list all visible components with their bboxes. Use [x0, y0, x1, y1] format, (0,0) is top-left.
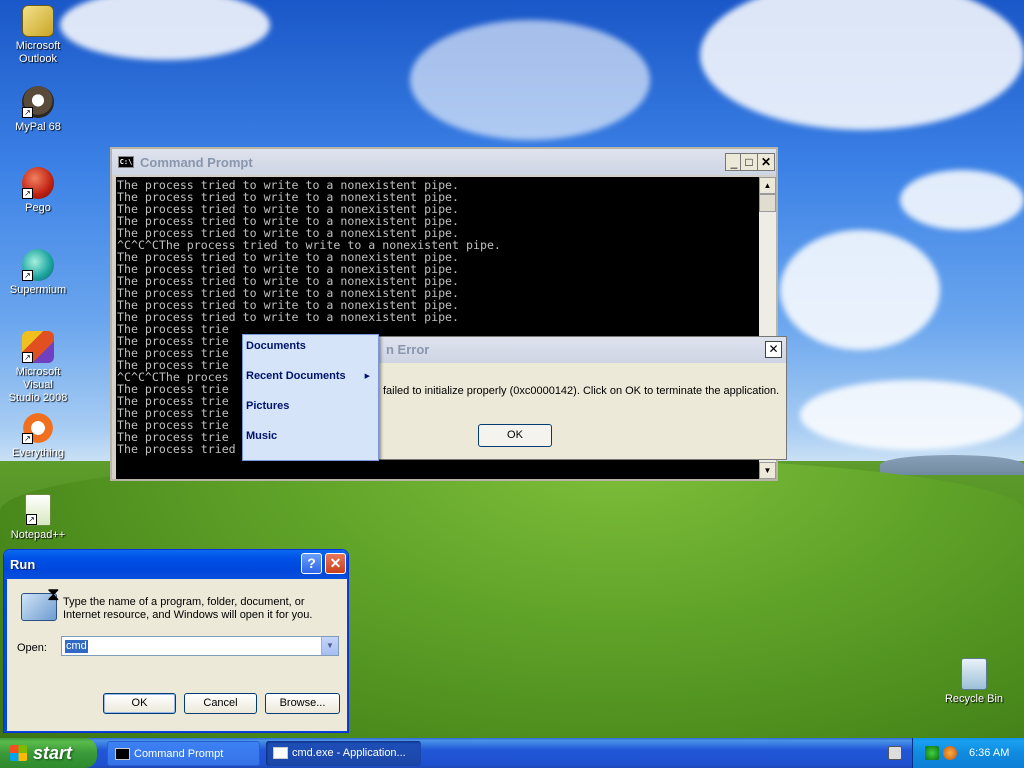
cmd-icon: C:\: [118, 156, 134, 168]
search-icon[interactable]: [943, 746, 957, 760]
icon-label: Studio 2008: [8, 392, 68, 404]
desktop-icon-supermium[interactable]: ↗ Supermium: [0, 249, 76, 297]
shortcut-arrow-icon: ↗: [22, 352, 33, 363]
run-title: Run: [4, 550, 348, 579]
shortcut-arrow-icon: ↗: [22, 270, 33, 281]
desktop-icon-visual-studio[interactable]: ↗ Microsoft Visual Studio 2008: [0, 331, 76, 405]
cloud: [700, 0, 1024, 130]
run-close-button[interactable]: ✕: [325, 553, 346, 574]
desktop-icon-recycle-bin[interactable]: Recycle Bin: [936, 658, 1012, 706]
desktop-icon-pego[interactable]: ↗ Pego: [0, 167, 76, 215]
close-button[interactable]: ✕: [757, 153, 775, 171]
recycle-bin-icon: [961, 658, 987, 690]
windows-logo-icon: [10, 753, 27, 761]
error-close-button[interactable]: ✕: [765, 341, 782, 358]
task-command-prompt[interactable]: Command Prompt: [107, 741, 260, 766]
keyboard-icon[interactable]: [888, 746, 902, 760]
open-input-value[interactable]: cmd: [65, 640, 88, 653]
run-cancel-button[interactable]: Cancel: [184, 693, 257, 714]
clock[interactable]: 6:36 AM: [969, 738, 1009, 768]
icon-label: MyPal 68: [15, 121, 61, 133]
run-description: Type the name of a program, folder, docu…: [63, 596, 313, 621]
submenu-arrow-icon: ▶: [364, 373, 370, 380]
cloud: [410, 20, 650, 140]
desktop-icon-outlook[interactable]: Microsoft Outlook: [0, 5, 76, 66]
start-label: start: [33, 743, 73, 763]
notepadpp-icon: ↗: [25, 494, 51, 526]
desktop-icon-notepadpp[interactable]: ↗ Notepad++: [0, 494, 76, 542]
icon-label: Recycle Bin: [944, 693, 1004, 705]
shortcut-arrow-icon: ↗: [22, 433, 33, 444]
open-combobox[interactable]: cmd ▼: [61, 636, 339, 656]
maximize-button[interactable]: □: [740, 153, 758, 171]
menu-item-pictures[interactable]: Pictures: [246, 400, 289, 412]
icon-label: Pego: [25, 202, 51, 214]
cmd-title-bar[interactable]: C:\ Command Prompt: [112, 149, 776, 175]
menu-item-documents[interactable]: Documents: [246, 340, 306, 352]
pego-icon: ↗: [22, 167, 54, 199]
system-tray: 6:36 AM: [912, 738, 1024, 768]
supermium-icon: ↗: [22, 249, 54, 281]
cmd-icon: [115, 748, 130, 760]
error-ok-button[interactable]: OK: [478, 424, 552, 447]
start-submenu[interactable]: Documents Recent Documents ▶ Pictures Mu…: [242, 334, 379, 461]
icon-label: Microsoft Visual: [15, 366, 61, 391]
task-label: Command Prompt: [134, 748, 224, 760]
visual-studio-icon: ↗: [22, 331, 54, 363]
menu-item-recent-documents[interactable]: Recent Documents: [246, 370, 346, 382]
error-title: n Error: [376, 337, 786, 363]
run-dialog[interactable]: Run ? ✕ Type the name of a program, fold…: [3, 549, 349, 733]
hourglass-cursor-icon: ⧗: [47, 584, 60, 605]
everything-icon: ↗: [22, 412, 54, 444]
icon-label: Notepad++: [10, 529, 66, 541]
cloud: [900, 170, 1024, 230]
window-icon: [273, 747, 288, 759]
distant-mountains: [880, 455, 1024, 475]
icon-label: Outlook: [19, 53, 57, 65]
menu-item-music[interactable]: Music: [246, 430, 277, 442]
help-button[interactable]: ?: [301, 553, 322, 574]
scroll-thumb[interactable]: [759, 194, 776, 212]
network-icon[interactable]: [925, 746, 939, 760]
mypal-icon: ↗: [22, 86, 54, 118]
shortcut-arrow-icon: ↗: [26, 514, 37, 525]
taskbar: start Command Prompt cmd.exe - Applicati…: [0, 738, 1024, 768]
scroll-up-icon[interactable]: ▲: [759, 177, 776, 194]
icon-label: Everything: [12, 447, 64, 459]
cloud: [780, 230, 940, 350]
icon-label: Microsoft: [15, 40, 61, 52]
cmd-title: Command Prompt: [140, 154, 253, 170]
icon-label: Supermium: [9, 284, 67, 296]
error-message: failed to initialize properly (0xc000014…: [383, 385, 780, 397]
dropdown-arrow-icon[interactable]: ▼: [321, 637, 338, 655]
scroll-down-icon[interactable]: ▼: [759, 462, 776, 479]
outlook-icon: [22, 5, 54, 37]
open-label: Open:: [17, 642, 47, 654]
application-error-dialog[interactable]: n Error ✕ failed to initialize properly …: [375, 336, 787, 460]
shortcut-arrow-icon: ↗: [22, 188, 33, 199]
cloud: [60, 0, 270, 60]
cloud: [800, 380, 1024, 450]
desktop-icon-mypal[interactable]: ↗ MyPal 68: [0, 86, 76, 134]
desktop-icon-everything[interactable]: ↗ Everything: [0, 412, 76, 460]
shortcut-arrow-icon: ↗: [22, 107, 33, 118]
start-button[interactable]: start: [0, 738, 97, 768]
task-cmd-application-error[interactable]: cmd.exe - Application...: [266, 741, 421, 766]
run-ok-button[interactable]: OK: [103, 693, 176, 714]
task-label: cmd.exe - Application...: [292, 747, 406, 759]
run-browse-button[interactable]: Browse...: [265, 693, 340, 714]
